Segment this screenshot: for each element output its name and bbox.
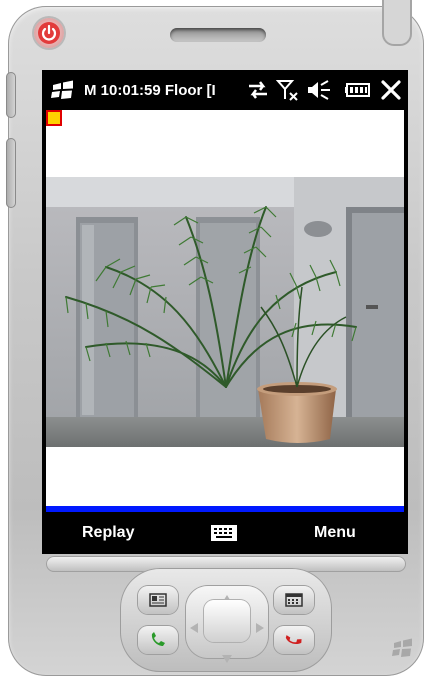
earpiece-speaker (170, 28, 266, 42)
no-signal-icon[interactable] (276, 70, 300, 110)
calendar-icon (285, 593, 303, 607)
dpad-left-icon (190, 618, 198, 633)
stylus-slot (382, 0, 412, 46)
windows-logo-icon (390, 636, 416, 662)
close-icon[interactable] (380, 70, 402, 110)
call-end-button[interactable] (274, 626, 314, 654)
screen: M 10:01:59 Floor [I Replay Menu (42, 70, 408, 554)
menu-softkey[interactable]: Menu (314, 512, 356, 554)
side-button-lower[interactable] (6, 138, 16, 208)
dpad-right-icon (256, 618, 264, 633)
window-title: M 10:01:59 Floor [I (84, 81, 216, 99)
dpad-up-icon (222, 588, 232, 603)
sync-arrows-icon[interactable] (246, 70, 270, 110)
camera-view-area (46, 110, 404, 506)
call-answer-button[interactable] (138, 626, 178, 654)
windows-start-icon[interactable] (50, 70, 76, 110)
softkey-bar: Replay Menu (42, 512, 408, 554)
power-icon (38, 22, 60, 44)
dpad-center-button[interactable] (204, 600, 250, 642)
contacts-icon (149, 593, 167, 607)
dpad-down-icon (222, 648, 232, 663)
battery-icon[interactable] (344, 70, 372, 110)
speaker-muted-icon[interactable] (306, 70, 332, 110)
side-button-upper[interactable] (6, 72, 16, 118)
call-answer-icon (151, 632, 165, 646)
keyboard-icon[interactable] (210, 512, 238, 554)
power-button[interactable] (34, 18, 64, 48)
calendar-button[interactable] (274, 586, 314, 614)
recording-indicator (46, 110, 62, 126)
camera-feed-image[interactable] (46, 177, 404, 447)
status-bar: M 10:01:59 Floor [I (42, 70, 408, 110)
call-end-icon (285, 635, 302, 644)
contacts-button[interactable] (138, 586, 178, 614)
replay-softkey[interactable]: Replay (82, 512, 134, 554)
